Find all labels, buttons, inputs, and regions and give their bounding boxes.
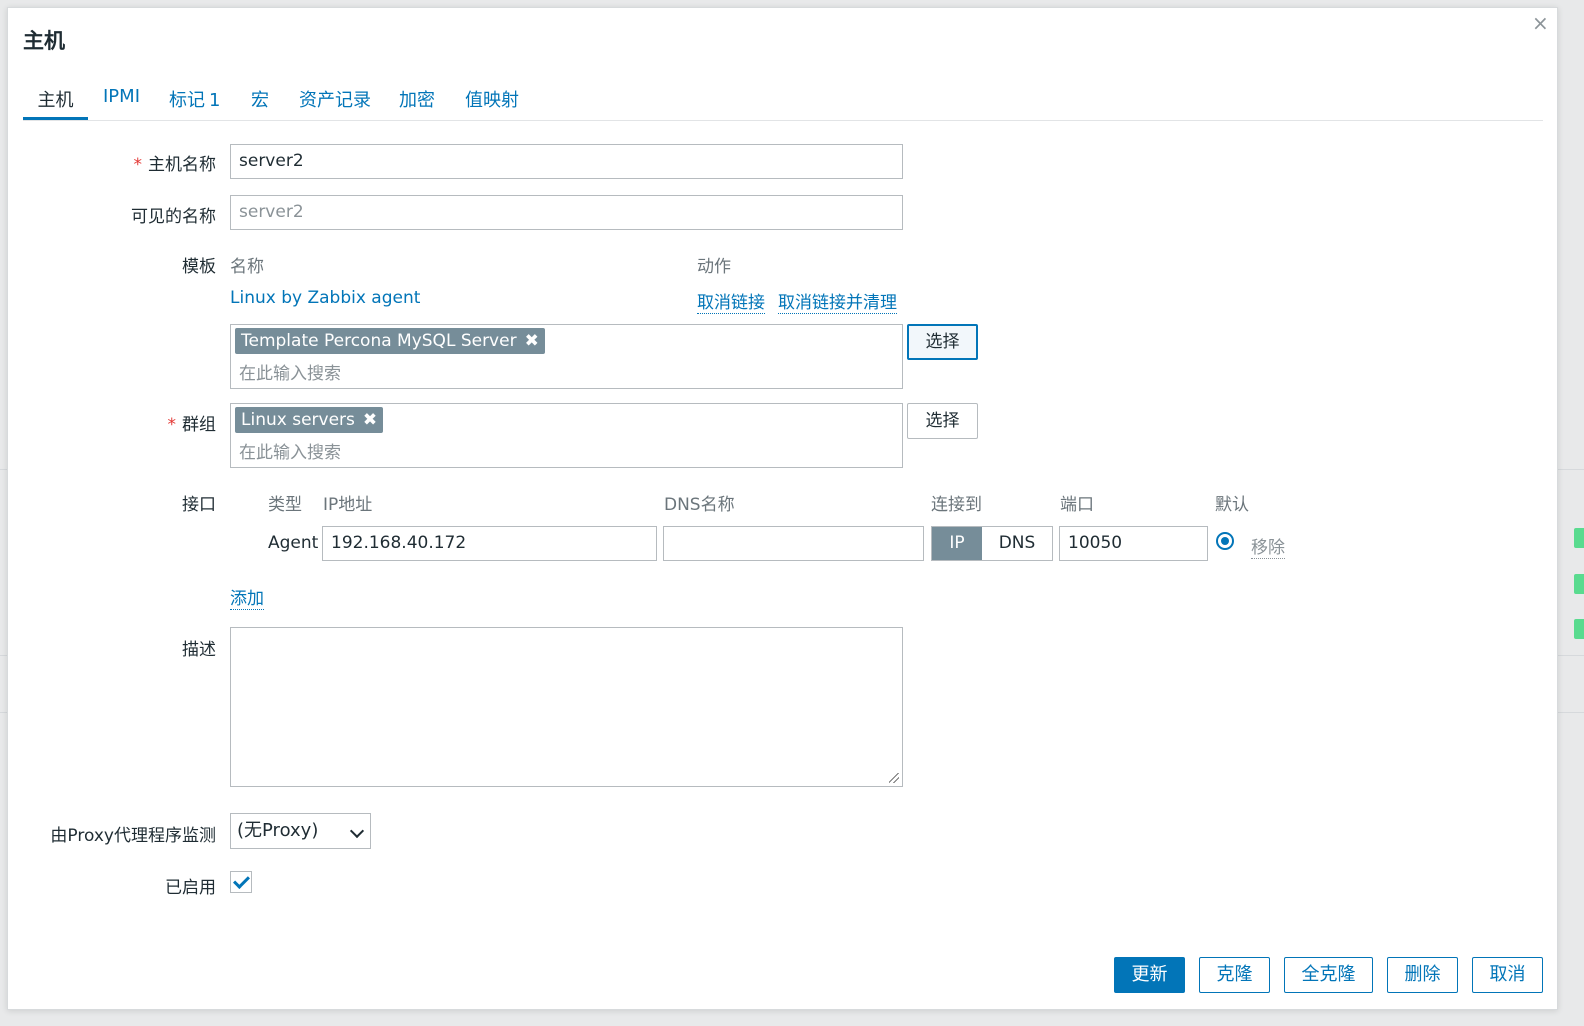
tab-ipmi[interactable]: IPMI — [103, 86, 140, 120]
tab-count-badge: 1 — [209, 90, 221, 111]
interface-ip-input[interactable]: 192.168.40.172 — [322, 526, 657, 561]
tab-label: 宏 — [251, 90, 269, 111]
templates-name-header: 名称 — [230, 257, 264, 277]
host-name-input[interactable]: server2 — [230, 144, 903, 179]
connect-ip-option[interactable]: IP — [932, 527, 982, 560]
visible-name-input[interactable]: server2 — [230, 195, 903, 230]
background-status-marker — [1574, 528, 1584, 548]
host-edit-dialog: × 主机 主机 IPMI 标记 1 宏 资产记录 加密 值映射 * 主机名称 ser… — [7, 7, 1558, 1010]
tab-encryption[interactable]: 加密 — [399, 86, 435, 120]
templates-search-input[interactable]: 在此输入搜索 — [239, 359, 341, 384]
unlink-and-clear-link[interactable]: 取消链接并清理 — [778, 288, 897, 314]
tab-macros[interactable]: 宏 — [251, 86, 269, 120]
tab-host[interactable]: 主机 — [23, 86, 88, 120]
resize-grip-icon[interactable] — [889, 773, 899, 783]
default-interface-radio[interactable] — [1216, 532, 1234, 550]
chip-remove-icon[interactable]: ✖ — [363, 410, 377, 430]
connect-to-toggle: IP DNS — [931, 526, 1053, 561]
interface-port-header: 端口 — [1060, 495, 1094, 515]
tab-label: 资产记录 — [299, 90, 371, 111]
tab-label: 标记 — [169, 90, 205, 111]
description-label: 描述 — [182, 640, 216, 660]
label-text: 主机名称 — [148, 155, 216, 175]
full-clone-button[interactable]: 全克隆 — [1284, 957, 1373, 993]
background-status-marker — [1574, 619, 1584, 639]
tab-label: 值映射 — [465, 90, 519, 111]
description-textarea[interactable] — [230, 627, 903, 787]
interface-connect-header: 连接到 — [931, 495, 982, 515]
label-text: 群组 — [182, 415, 216, 435]
proxy-label: 由Proxy代理程序监测 — [50, 826, 216, 846]
templates-label: 模板 — [182, 257, 216, 277]
interfaces-label: 接口 — [182, 495, 216, 515]
chip-label: Template Percona MySQL Server — [241, 331, 517, 351]
chip-remove-icon[interactable]: ✖ — [525, 331, 539, 351]
groups-multiselect[interactable]: Linux servers ✖ 在此输入搜索 — [230, 403, 903, 468]
proxy-select-value: (无Proxy) — [237, 820, 319, 841]
groups-search-input[interactable]: 在此输入搜索 — [239, 438, 341, 463]
proxy-select[interactable]: (无Proxy) — [230, 813, 371, 849]
chip-label: Linux servers — [241, 410, 355, 430]
interface-default-header: 默认 — [1215, 495, 1249, 515]
connect-dns-option[interactable]: DNS — [982, 527, 1052, 560]
groups-label: * 群组 — [8, 410, 217, 435]
template-chip: Template Percona MySQL Server ✖ — [235, 328, 545, 354]
required-mark: * — [133, 155, 143, 175]
tab-label: 加密 — [399, 90, 435, 111]
checkmark-icon — [233, 872, 250, 889]
remove-interface-link[interactable]: 移除 — [1251, 533, 1285, 559]
tab-tags[interactable]: 标记 1 — [169, 86, 220, 120]
tab-bar: 主机 IPMI 标记 1 宏 资产记录 加密 值映射 — [23, 80, 1543, 121]
linked-template-link[interactable]: Linux by Zabbix agent — [230, 288, 420, 308]
host-name-label: * 主机名称 — [8, 150, 217, 175]
group-chip: Linux servers ✖ — [235, 407, 384, 433]
groups-select-button[interactable]: 选择 — [907, 403, 978, 439]
enabled-checkbox[interactable] — [230, 871, 252, 893]
tab-inventory[interactable]: 资产记录 — [299, 86, 371, 120]
chevron-down-icon — [349, 823, 365, 839]
interface-dns-header: DNS名称 — [664, 495, 735, 515]
tab-label: 主机 — [37, 90, 74, 111]
required-mark: * — [167, 415, 177, 435]
unlink-link[interactable]: 取消链接 — [697, 288, 765, 314]
templates-multiselect[interactable]: Template Percona MySQL Server ✖ 在此输入搜索 — [230, 324, 903, 389]
delete-button[interactable]: 删除 — [1387, 957, 1458, 993]
interface-dns-input[interactable] — [663, 526, 924, 561]
clone-button[interactable]: 克隆 — [1199, 957, 1270, 993]
add-interface-link[interactable]: 添加 — [230, 584, 264, 610]
dialog-title: 主机 — [23, 29, 65, 53]
visible-name-label: 可见的名称 — [131, 207, 216, 227]
interface-type: Agent — [268, 533, 319, 553]
templates-action-header: 动作 — [697, 257, 731, 277]
cancel-button[interactable]: 取消 — [1472, 957, 1543, 993]
background-status-marker — [1574, 574, 1584, 594]
interface-type-header: 类型 — [268, 495, 302, 515]
templates-select-button[interactable]: 选择 — [907, 324, 978, 360]
enabled-label: 已启用 — [165, 878, 216, 898]
interface-ip-header: IP地址 — [323, 495, 373, 515]
interface-port-input[interactable]: 10050 — [1059, 526, 1208, 561]
tab-label: IPMI — [103, 86, 141, 107]
tab-value-mapping[interactable]: 值映射 — [465, 86, 519, 120]
update-button[interactable]: 更新 — [1114, 957, 1185, 993]
close-icon[interactable]: × — [1532, 11, 1549, 35]
